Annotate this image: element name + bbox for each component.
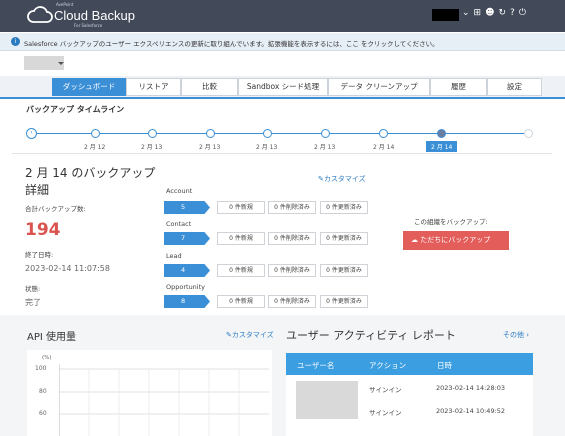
activity-table-header: ユーザー名 アクション 日時 [286, 353, 533, 375]
customize-label: カスタマイズ [323, 175, 366, 183]
timeline-date-label: 2 月 13 [256, 144, 278, 151]
timeline-node[interactable] [379, 129, 388, 138]
object-deleted[interactable]: 0 件削除済み [268, 295, 316, 308]
support-icon[interactable]: ↻ [498, 8, 506, 18]
info-icon: i [11, 37, 20, 46]
more-link[interactable]: その他 › [503, 330, 529, 340]
help-icon[interactable]: ? [510, 8, 515, 18]
tab-dashboard[interactable]: ダッシュボード [52, 78, 126, 96]
top-bar: AvePoint Cloud Backup For Salesforce ⌄ ⊞… [0, 0, 565, 32]
tab-restore[interactable]: リストア [126, 78, 181, 96]
table-cell-action: サインイン [369, 409, 402, 417]
timeline-date-label: 2 月 12 [84, 144, 106, 151]
object-name: Opportunity [166, 283, 206, 291]
backup-now-label: ただちにバックアップ [420, 236, 491, 244]
total-backups-label: 合計バックアップ数: [25, 205, 86, 213]
object-new[interactable]: 0 件新規 [217, 232, 265, 245]
tab-sandbox-seeding[interactable]: Sandbox シード処理 [238, 78, 328, 96]
brand-small: AvePoint [56, 2, 74, 7]
user-name-redacted [296, 381, 358, 419]
cloud-upload-icon: ☁ [411, 236, 418, 244]
notice-text[interactable]: Salesforce バックアップのユーザー エクスペリエンスの更新に取り組んで… [24, 38, 439, 48]
y-axis-unit: (%) [42, 355, 52, 361]
y-tick-label: 80 [39, 388, 47, 395]
chevron-down-icon[interactable] [58, 62, 64, 65]
timeline-title: バックアップ タイムライン [26, 105, 125, 114]
object-name: Contact [166, 220, 192, 228]
y-tick-label: 60 [39, 410, 47, 417]
total-backups-value: 194 [25, 220, 61, 240]
timeline-node[interactable] [91, 129, 100, 138]
table-cell-datetime: 2023-02-14 14:28:03 [436, 384, 506, 392]
column-header-username[interactable]: ユーザー名 [297, 360, 334, 371]
api-usage-chart: (%) 100 80 60 [27, 350, 272, 436]
object-updated[interactable]: 0 件更新済み [320, 264, 368, 277]
notice-bar: i Salesforce バックアップのユーザー エクスペリエンスの更新に取り組… [0, 33, 565, 51]
backup-details-subtitle: 詳細 [25, 183, 50, 197]
grid-icon[interactable]: ⊞ [474, 8, 482, 18]
timeline-date-label: 2 月 13 [314, 144, 336, 151]
object-deleted[interactable]: 0 件削除済み [268, 232, 316, 245]
object-new[interactable]: 0 件新規 [217, 264, 265, 277]
timeline-prev-icon[interactable]: ‹ [26, 128, 37, 139]
object-updated[interactable]: 0 件更新済み [320, 201, 368, 214]
timeline-node[interactable] [263, 129, 272, 138]
backup-now-button[interactable]: ☁ ただちにバックアップ [403, 231, 509, 250]
end-time-value: 2023-02-14 11:07:58 [25, 264, 110, 273]
column-header-action[interactable]: アクション [369, 360, 406, 371]
status-value: 完了 [25, 298, 41, 307]
object-updated[interactable]: 0 件更新済み [320, 295, 368, 308]
table-cell-datetime: 2023-02-14 10:49:52 [436, 407, 506, 415]
more-label: その他 [503, 331, 524, 339]
user-name-redacted[interactable] [432, 9, 459, 21]
timeline-track [33, 133, 527, 134]
tab-settings[interactable]: 設定 [487, 78, 542, 96]
backup-details-title: 2 月 14 のバックアップ [25, 166, 156, 180]
object-count[interactable]: 8 [164, 295, 210, 308]
table-cell-action: サインイン [369, 386, 402, 394]
timeline-node[interactable] [148, 129, 157, 138]
caret-down-icon[interactable]: ⌄ [462, 8, 470, 18]
cloud-logo-icon [27, 6, 53, 23]
column-header-datetime[interactable]: 日時 [437, 360, 452, 371]
smiley-icon[interactable]: ☻ [485, 8, 494, 18]
divider [12, 153, 552, 154]
object-name: Lead [166, 252, 182, 260]
object-count[interactable]: 4 [164, 264, 210, 277]
chevron-right-icon: › [526, 331, 530, 339]
timeline-date-label: 2 月 13 [141, 144, 163, 151]
tab-underline [0, 97, 565, 99]
timeline-next-icon[interactable] [524, 129, 533, 138]
tab-data-cleanup[interactable]: データ クリーンアップ [328, 78, 430, 96]
tab-compare[interactable]: 比較 [181, 78, 238, 96]
customize-link[interactable]: ✎カスタマイズ [318, 174, 366, 184]
timeline-date-label: 2 月 13 [199, 144, 221, 151]
app-title: Cloud Backup [54, 8, 135, 23]
backup-org-label: この組織をバックアップ: [414, 218, 488, 226]
api-usage-title: API 使用量 [27, 332, 76, 343]
timeline-node[interactable] [321, 129, 330, 138]
timeline-node[interactable] [206, 129, 215, 138]
object-name: Account [166, 187, 193, 195]
timeline-date-label-selected: 2 月 14 [426, 141, 458, 152]
brand-subtitle: For Salesforce [74, 23, 103, 28]
user-activity-report-title: ユーザー アクティビティ レポート [286, 329, 456, 342]
timeline-node-selected[interactable] [437, 129, 446, 138]
tab-history[interactable]: 履歴 [430, 78, 487, 96]
end-time-label: 終了日時: [25, 251, 54, 259]
customize-label: カスタマイズ [231, 331, 274, 339]
object-deleted[interactable]: 0 件削除済み [268, 201, 316, 214]
object-new[interactable]: 0 件新規 [217, 295, 265, 308]
object-count[interactable]: 7 [164, 232, 210, 245]
status-label: 状態: [25, 285, 41, 293]
power-icon[interactable]: ⏻ [519, 8, 526, 18]
object-updated[interactable]: 0 件更新済み [320, 232, 368, 245]
object-deleted[interactable]: 0 件削除済み [268, 264, 316, 277]
chart-grid [59, 364, 269, 436]
api-customize-link[interactable]: ✎カスタマイズ [226, 330, 274, 340]
y-tick-label: 100 [35, 365, 47, 372]
timeline-date-label: 2 月 14 [373, 144, 395, 151]
object-new[interactable]: 0 件新規 [217, 201, 265, 214]
object-count[interactable]: 5 [164, 201, 210, 214]
